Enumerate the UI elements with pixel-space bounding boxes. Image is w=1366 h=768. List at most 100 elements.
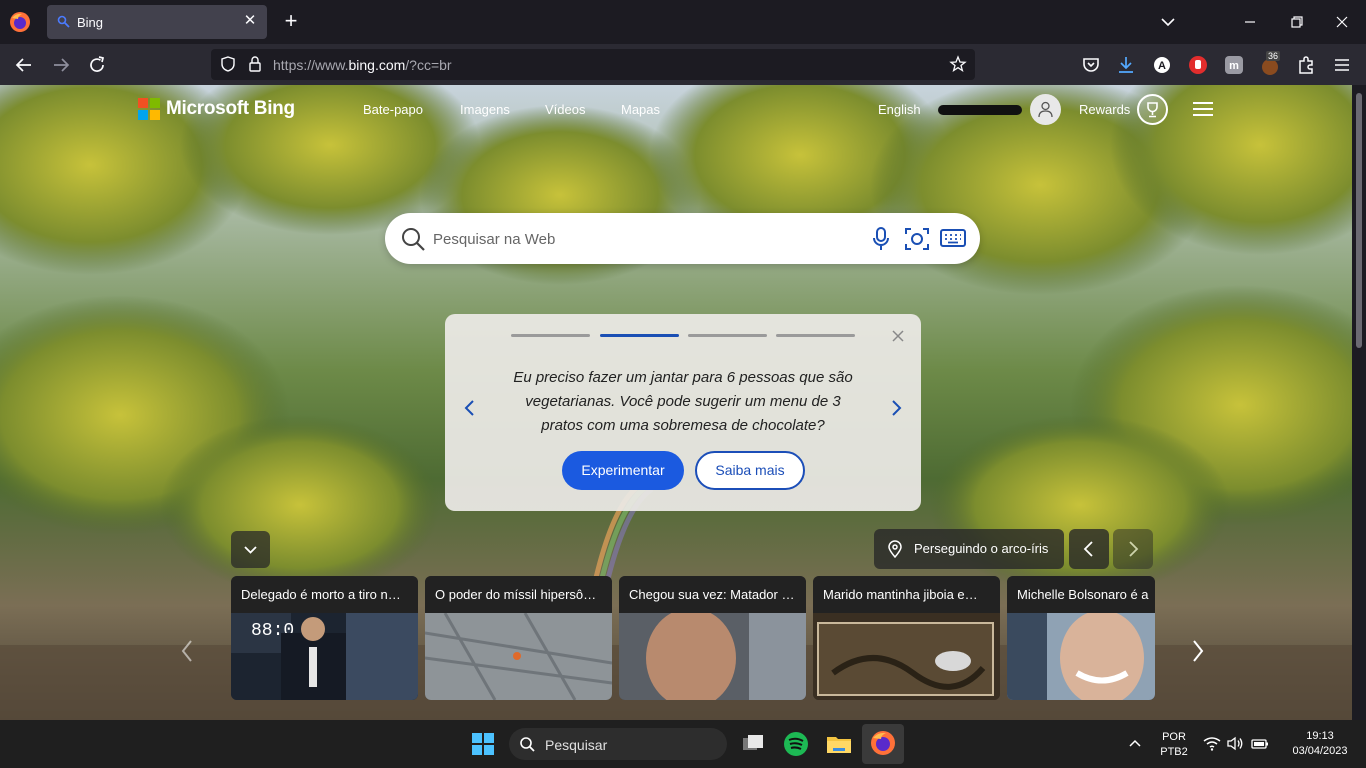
hamburger-menu-icon[interactable] bbox=[1192, 101, 1214, 117]
restore-icon[interactable] bbox=[1285, 10, 1309, 34]
chat-promo-card: Eu preciso fazer um jantar para 6 pessoa… bbox=[445, 314, 921, 511]
windows-taskbar: Pesquisar POR PTB2 19:13 03/04/2023 bbox=[0, 720, 1366, 768]
task-view-icon[interactable] bbox=[737, 728, 769, 760]
next-prompt-icon[interactable] bbox=[888, 398, 904, 418]
app-menu-icon[interactable] bbox=[1330, 53, 1354, 77]
previous-prompt-icon[interactable] bbox=[462, 398, 478, 418]
chevron-right-icon bbox=[1129, 541, 1139, 557]
nav-videos[interactable]: Vídeos bbox=[545, 102, 585, 117]
news-title: O poder do míssil hipersô… bbox=[425, 576, 612, 613]
search-input[interactable] bbox=[433, 228, 853, 250]
language-link[interactable]: English bbox=[878, 102, 921, 117]
previous-image-button[interactable] bbox=[1069, 529, 1109, 569]
taskbar-search-label: Pesquisar bbox=[545, 737, 608, 753]
nav-images[interactable]: Imagens bbox=[460, 102, 510, 117]
page-scrollbar[interactable] bbox=[1352, 85, 1366, 720]
visual-search-camera-icon[interactable] bbox=[903, 225, 931, 253]
news-thumbnail bbox=[813, 613, 1000, 700]
back-icon[interactable] bbox=[12, 53, 36, 77]
taskbar-search[interactable]: Pesquisar bbox=[509, 728, 727, 760]
rewards-link[interactable]: Rewards bbox=[1079, 102, 1130, 117]
extension-hand-icon[interactable] bbox=[1186, 53, 1210, 77]
carousel-progress-1[interactable] bbox=[511, 334, 590, 337]
extension-m-icon[interactable]: m bbox=[1222, 53, 1246, 77]
try-button[interactable]: Experimentar bbox=[562, 451, 684, 490]
spotify-icon[interactable] bbox=[780, 728, 812, 760]
pocket-icon[interactable] bbox=[1079, 53, 1103, 77]
user-avatar[interactable] bbox=[1030, 94, 1061, 125]
tab-bing[interactable]: Bing ✕ bbox=[47, 5, 267, 39]
microphone-icon[interactable] bbox=[871, 226, 891, 252]
nav-chat[interactable]: Bate-papo bbox=[363, 102, 423, 117]
news-card-1[interactable]: Delegado é morto a tiro n… 88:0 bbox=[231, 576, 418, 700]
firefox-taskbar-button[interactable] bbox=[862, 724, 904, 764]
news-prev-icon[interactable] bbox=[179, 638, 195, 664]
tab-bar: Bing ✕ + bbox=[0, 0, 1366, 44]
prompt-text: Eu preciso fazer um jantar para 6 pessoa… bbox=[513, 369, 853, 434]
file-explorer-icon[interactable] bbox=[823, 728, 855, 760]
shield-icon[interactable] bbox=[219, 55, 237, 73]
bookmark-star-icon[interactable] bbox=[949, 55, 967, 73]
news-thumbnail: 88:0 bbox=[231, 613, 418, 700]
battery-icon[interactable] bbox=[1250, 736, 1270, 751]
minimize-icon[interactable] bbox=[1238, 10, 1262, 34]
news-card-3[interactable]: Chegou sua vez: Matador … bbox=[619, 576, 806, 700]
news-next-icon[interactable] bbox=[1190, 638, 1206, 664]
new-tab-icon[interactable]: + bbox=[280, 10, 302, 32]
forward-icon[interactable] bbox=[49, 53, 73, 77]
news-title: Michelle Bolsonaro é a bbox=[1007, 576, 1155, 613]
search-icon bbox=[520, 737, 535, 752]
chevron-down-icon bbox=[244, 546, 257, 554]
clock-date: 03/04/2023 bbox=[1292, 745, 1348, 757]
news-thumbnail bbox=[425, 613, 612, 700]
input-language[interactable]: POR PTB2 bbox=[1156, 731, 1192, 758]
keyboard-icon[interactable] bbox=[939, 227, 967, 249]
bing-favicon-icon bbox=[57, 15, 70, 28]
learn-more-button[interactable]: Saiba mais bbox=[695, 451, 805, 490]
microsoft-logo-icon bbox=[138, 98, 160, 120]
clock[interactable]: 19:13 03/04/2023 bbox=[1280, 730, 1360, 757]
collapse-feed-button[interactable] bbox=[231, 531, 270, 568]
rewards-trophy-icon[interactable] bbox=[1137, 94, 1168, 125]
news-thumbnail bbox=[619, 613, 806, 700]
wifi-icon[interactable] bbox=[1203, 736, 1221, 751]
firefox-icon bbox=[871, 731, 895, 755]
address-bar[interactable]: https://www.bing.com/?cc=br bbox=[211, 49, 975, 80]
image-info-button[interactable]: Perseguindo o arco-íris bbox=[874, 529, 1064, 569]
input-language-code: POR bbox=[1162, 731, 1186, 743]
nav-maps[interactable]: Mapas bbox=[621, 102, 660, 117]
show-hidden-icons-icon[interactable] bbox=[1128, 737, 1142, 749]
location-pin-icon bbox=[888, 540, 902, 558]
tab-title: Bing bbox=[77, 15, 104, 30]
close-icon[interactable] bbox=[890, 328, 906, 344]
carousel-progress-4[interactable] bbox=[776, 334, 855, 337]
reload-icon[interactable] bbox=[85, 53, 109, 77]
extension-badge-button[interactable]: 36 bbox=[1258, 51, 1284, 79]
news-card-5[interactable]: Michelle Bolsonaro é a bbox=[1007, 576, 1155, 700]
news-card-4[interactable]: Marido mantinha jiboia e… bbox=[813, 576, 1000, 700]
extensions-puzzle-icon[interactable] bbox=[1294, 53, 1318, 77]
carousel-progress-3[interactable] bbox=[688, 334, 767, 337]
firefox-menu-icon[interactable] bbox=[8, 10, 32, 34]
news-title: Marido mantinha jiboia e… bbox=[813, 576, 1000, 613]
tab-close-icon[interactable]: ✕ bbox=[241, 12, 259, 30]
windows-start-icon[interactable] bbox=[467, 728, 499, 760]
redacted-username[interactable] bbox=[938, 105, 1022, 115]
scrollbar-thumb[interactable] bbox=[1356, 93, 1362, 348]
news-card-2[interactable]: O poder do míssil hipersô… bbox=[425, 576, 612, 700]
search-icon[interactable] bbox=[400, 226, 426, 252]
bing-logo[interactable]: Microsoft Bing bbox=[138, 97, 295, 121]
next-image-button[interactable] bbox=[1113, 529, 1153, 569]
volume-icon[interactable] bbox=[1226, 736, 1244, 751]
url-text[interactable]: https://www.bing.com/?cc=br bbox=[273, 57, 452, 73]
list-tabs-chevron-icon[interactable] bbox=[1158, 12, 1178, 32]
close-window-icon[interactable] bbox=[1330, 10, 1354, 34]
lock-icon[interactable] bbox=[247, 55, 263, 73]
extension-a-icon[interactable]: A bbox=[1150, 53, 1174, 77]
carousel-progress-2[interactable] bbox=[600, 334, 679, 337]
navigation-toolbar: https://www.bing.com/?cc=br A m 36 bbox=[0, 44, 1366, 85]
bing-homepage: Microsoft Bing Bate-papo Imagens Vídeos … bbox=[0, 85, 1352, 720]
search-box[interactable] bbox=[385, 213, 980, 264]
downloads-icon[interactable] bbox=[1114, 53, 1138, 77]
news-thumbnail bbox=[1007, 613, 1155, 700]
